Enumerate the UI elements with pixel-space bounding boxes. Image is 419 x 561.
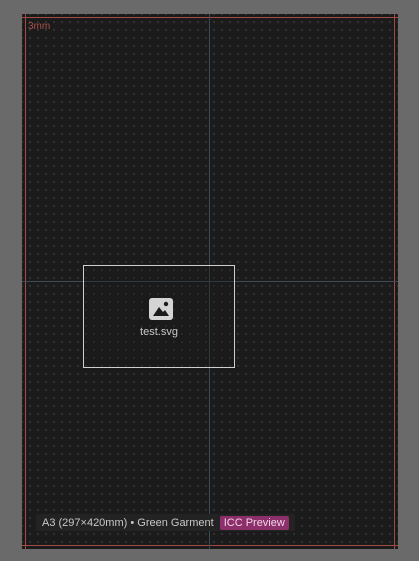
bleed-line-bottom	[22, 545, 398, 546]
document-info-text: A3 (297×420mm) • Green Garment	[42, 516, 214, 529]
placed-file-name: test.svg	[140, 326, 178, 338]
bleed-label: 3mm	[28, 21, 51, 32]
canvas-workspace[interactable]: 3mm test.svg A3 (297×420mm) • Green Garm…	[0, 0, 419, 561]
placed-image-item[interactable]: test.svg	[83, 265, 235, 368]
document-status-bar: A3 (297×420mm) • Green Garment ICC Previ…	[36, 514, 295, 531]
image-icon	[149, 298, 173, 320]
icc-preview-badge[interactable]: ICC Preview	[219, 515, 289, 530]
bleed-line-top	[22, 17, 398, 18]
artboard[interactable]: 3mm test.svg A3 (297×420mm) • Green Garm…	[22, 14, 398, 549]
